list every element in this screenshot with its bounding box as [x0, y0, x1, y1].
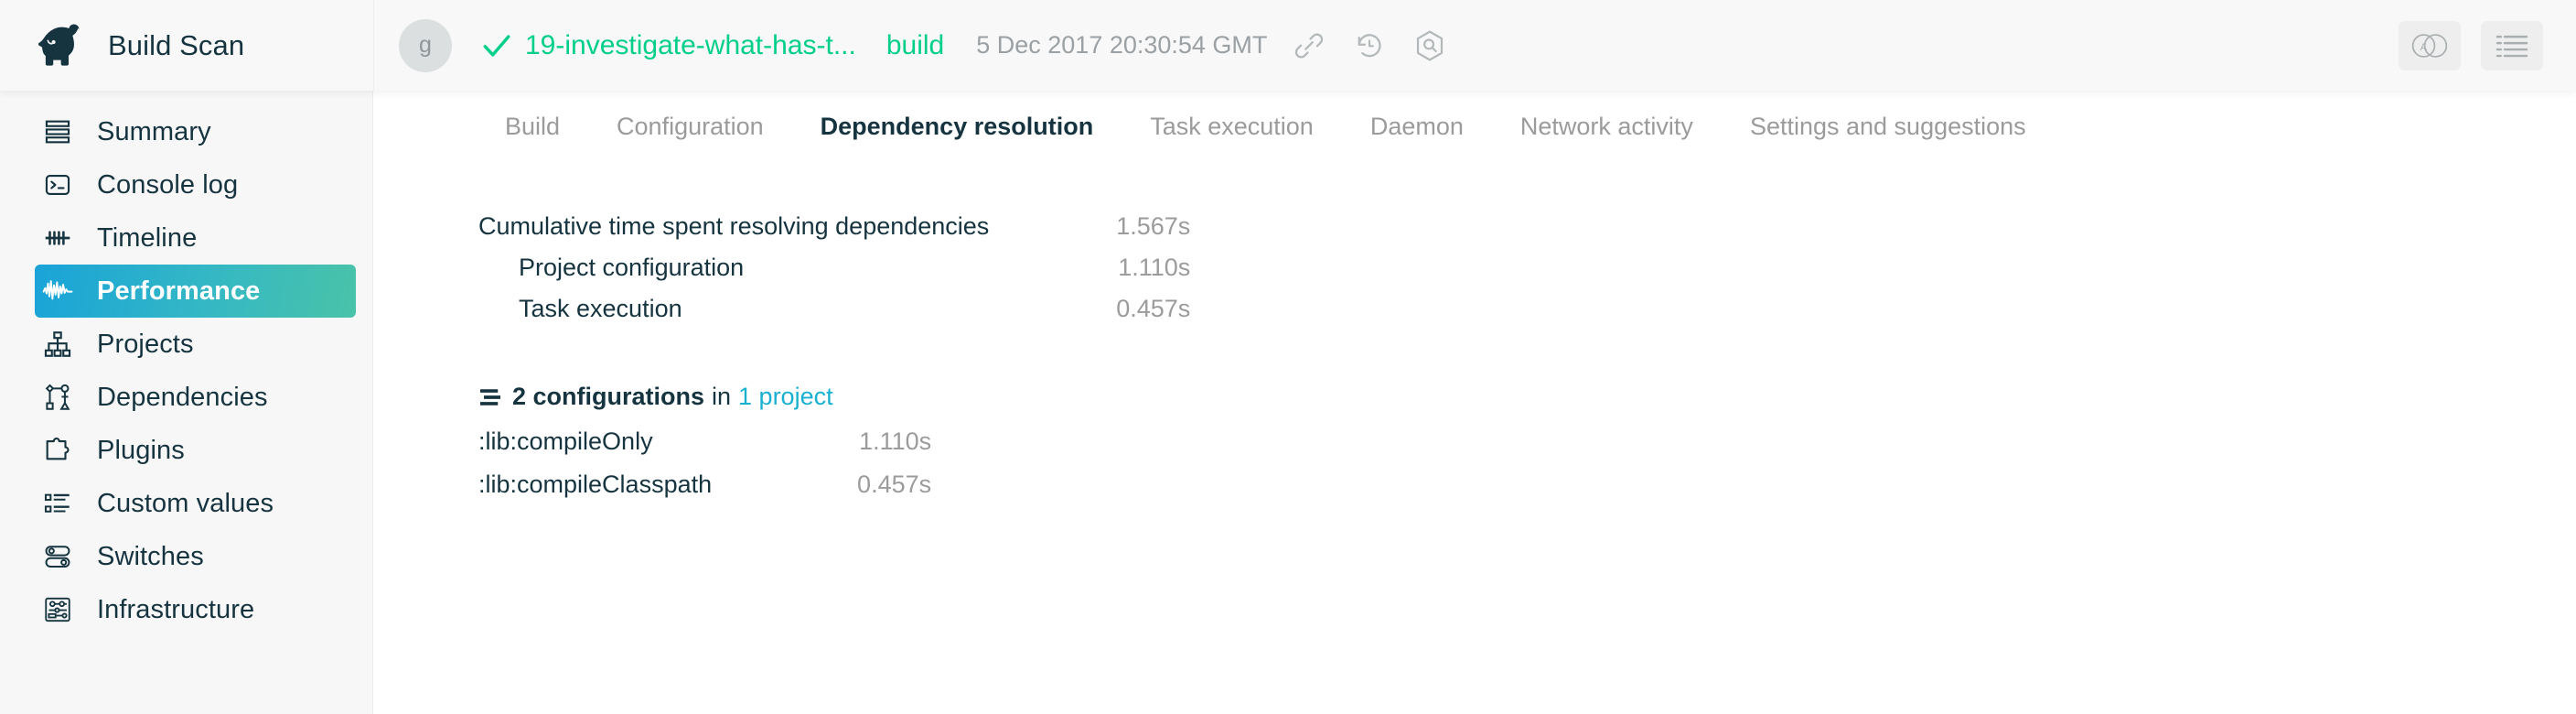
svg-text:A: A — [2420, 42, 2428, 53]
table-row: Task execution 0.457s — [478, 288, 1190, 330]
task-execution-label: Task execution — [519, 295, 682, 322]
tab-dependency-resolution[interactable]: Dependency resolution — [792, 113, 1122, 141]
sidebar-item-console-log[interactable]: Console log — [38, 158, 356, 211]
app-header: Build Scan g 19-investigate-what-has-t..… — [0, 0, 2576, 91]
tab-settings-and-suggestions[interactable]: Settings and suggestions — [1722, 113, 2055, 141]
build-scan-app: Build Scan g 19-investigate-what-has-t..… — [0, 0, 2576, 714]
sidebar-item-label: Switches — [97, 541, 204, 571]
tab-task-execution[interactable]: Task execution — [1122, 113, 1342, 141]
scan-timestamp: 5 Dec 2017 20:30:54 GMT — [976, 31, 1268, 59]
sidebar-item-label: Custom values — [97, 488, 274, 518]
performance-icon — [38, 272, 77, 310]
sidebar-item-dependencies[interactable]: Dependencies — [38, 371, 356, 424]
project-configuration-value: 1.110s — [1118, 254, 1191, 281]
infrastructure-icon — [38, 590, 77, 629]
tab-build[interactable]: Build — [477, 113, 588, 141]
scan-task-name[interactable]: build — [886, 30, 944, 61]
sidebar-item-summary[interactable]: Summary — [38, 105, 356, 158]
project-configuration-label: Project configuration — [519, 254, 745, 281]
sidebar-item-custom-values[interactable]: Custom values — [38, 477, 356, 530]
sidebar-item-label: Performance — [97, 276, 261, 306]
sidebar-item-plugins[interactable]: Plugins — [38, 424, 356, 477]
tab-configuration[interactable]: Configuration — [588, 113, 792, 141]
sidebar-item-label: Timeline — [97, 222, 198, 253]
console-icon — [38, 166, 77, 204]
tab-network-activity[interactable]: Network activity — [1492, 113, 1722, 141]
main-content: Build Configuration Dependency resolutio… — [374, 91, 2576, 714]
sidebar-item-label: Plugins — [97, 435, 185, 465]
tab-daemon[interactable]: Daemon — [1342, 113, 1492, 141]
sidebar-item-label: Projects — [97, 329, 194, 359]
sidebar-item-infrastructure[interactable]: Infrastructure — [38, 583, 356, 636]
configuration-duration: 0.457s — [857, 471, 932, 498]
compare-venn-icon[interactable]: A — [2399, 20, 2461, 70]
table-row[interactable]: :lib:compileOnly 1.110s — [478, 420, 931, 463]
sidebar-item-performance[interactable]: Performance — [35, 265, 356, 318]
configurations-table: :lib:compileOnly 1.110s :lib:compileClas… — [478, 420, 931, 506]
configuration-name: :lib:compileOnly — [478, 427, 653, 455]
task-execution-value: 0.457s — [1116, 295, 1191, 322]
gradle-elephant-logo — [38, 23, 80, 66]
sidebar-item-switches[interactable]: Switches — [38, 530, 356, 583]
list-menu-icon[interactable] — [2481, 20, 2543, 70]
tab-bar: Build Configuration Dependency resolutio… — [374, 91, 2576, 162]
dependencies-icon — [38, 378, 77, 416]
projects-icon — [38, 325, 77, 363]
summary-icon — [38, 113, 77, 151]
plugins-icon — [38, 431, 77, 470]
switches-icon — [38, 537, 77, 576]
cumulative-total-label: Cumulative time spent resolving dependen… — [478, 212, 990, 240]
header-tools: A — [2399, 0, 2543, 91]
checkmark-icon — [483, 34, 510, 57]
brand-title: Build Scan — [108, 28, 245, 61]
sidebar-item-label: Infrastructure — [97, 594, 255, 624]
table-row: Project configuration 1.110s — [478, 247, 1190, 288]
table-row[interactable]: :lib:compileClasspath 0.457s — [478, 463, 931, 506]
sidebar-item-label: Console log — [97, 169, 239, 200]
cumulative-total-value: 1.567s — [1116, 212, 1191, 240]
dependency-resolution-panel: Cumulative time spent resolving dependen… — [374, 162, 2576, 506]
project-link[interactable]: 1 project — [738, 383, 833, 411]
configurations-in-word: in — [712, 383, 732, 410]
sidebar: Summary Console log Timeline Performance… — [0, 91, 373, 714]
configurations-heading: 2 configurations in 1 project — [478, 383, 2576, 411]
configurations-count: 2 configurations — [512, 383, 705, 410]
link-icon[interactable] — [1291, 27, 1327, 64]
table-row: Cumulative time spent resolving dependen… — [478, 206, 1190, 247]
sidebar-item-projects[interactable]: Projects — [38, 318, 356, 371]
sidebar-item-timeline[interactable]: Timeline — [38, 211, 356, 265]
avatar[interactable]: g — [399, 18, 452, 72]
avatar-initial: g — [419, 32, 432, 58]
brand-area[interactable]: Build Scan — [0, 0, 373, 91]
search-hex-icon[interactable] — [1411, 27, 1448, 64]
scan-title[interactable]: 19-investigate-what-has-t... — [525, 30, 856, 61]
sidebar-item-label: Dependencies — [97, 382, 268, 412]
lines-icon — [480, 388, 500, 406]
configuration-name: :lib:compileClasspath — [478, 471, 713, 498]
cumulative-time-table: Cumulative time spent resolving dependen… — [478, 206, 1190, 330]
timeline-icon — [38, 219, 77, 257]
custom-values-icon — [38, 484, 77, 523]
header-main: g 19-investigate-what-has-t... build 5 D… — [373, 0, 2576, 91]
sidebar-item-label: Summary — [97, 116, 211, 146]
configuration-duration: 1.110s — [859, 427, 932, 455]
history-icon[interactable] — [1351, 27, 1388, 64]
